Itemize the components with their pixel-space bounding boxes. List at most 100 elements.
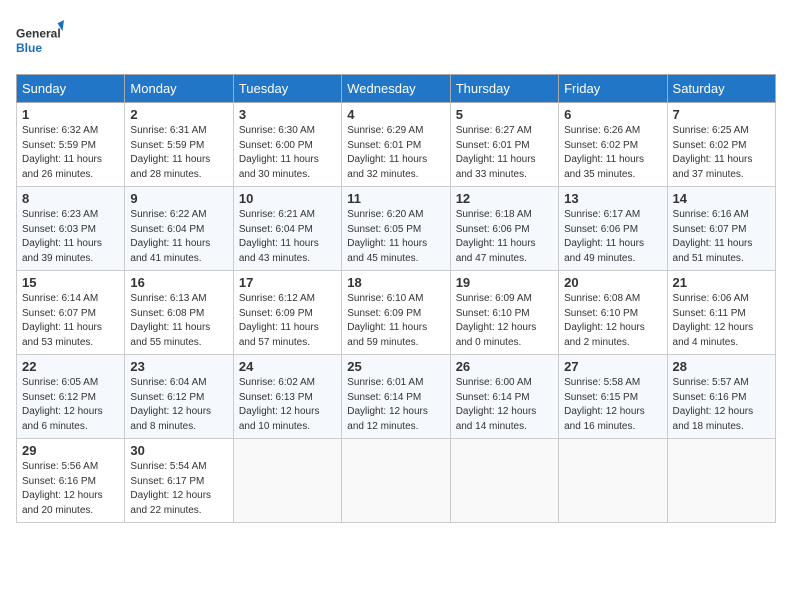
- day-number: 19: [456, 275, 553, 290]
- calendar-cell: 9 Sunrise: 6:22 AM Sunset: 6:04 PM Dayli…: [125, 187, 233, 271]
- day-number: 21: [673, 275, 770, 290]
- calendar-cell: 26 Sunrise: 6:00 AM Sunset: 6:14 PM Dayl…: [450, 355, 558, 439]
- day-info: Sunrise: 6:12 AM Sunset: 6:09 PM Dayligh…: [239, 292, 336, 350]
- calendar-cell: 8 Sunrise: 6:23 AM Sunset: 6:03 PM Dayli…: [17, 187, 125, 271]
- calendar-cell: 28 Sunrise: 5:57 AM Sunset: 6:16 PM Dayl…: [667, 355, 775, 439]
- calendar-cell: 4 Sunrise: 6:29 AM Sunset: 6:01 PM Dayli…: [342, 103, 450, 187]
- day-info: Sunrise: 6:06 AM Sunset: 6:11 PM Dayligh…: [673, 292, 770, 350]
- day-info: Sunrise: 6:09 AM Sunset: 6:10 PM Dayligh…: [456, 292, 553, 350]
- day-of-week-header: Friday: [559, 75, 667, 103]
- day-info: Sunrise: 6:29 AM Sunset: 6:01 PM Dayligh…: [347, 124, 444, 182]
- day-info: Sunrise: 5:54 AM Sunset: 6:17 PM Dayligh…: [130, 460, 227, 518]
- day-info: Sunrise: 6:02 AM Sunset: 6:13 PM Dayligh…: [239, 376, 336, 434]
- calendar-cell: 19 Sunrise: 6:09 AM Sunset: 6:10 PM Dayl…: [450, 271, 558, 355]
- svg-text:Blue: Blue: [16, 41, 42, 55]
- day-info: Sunrise: 6:22 AM Sunset: 6:04 PM Dayligh…: [130, 208, 227, 266]
- calendar-cell: 27 Sunrise: 5:58 AM Sunset: 6:15 PM Dayl…: [559, 355, 667, 439]
- calendar-cell: 1 Sunrise: 6:32 AM Sunset: 5:59 PM Dayli…: [17, 103, 125, 187]
- svg-text:General: General: [16, 27, 61, 41]
- day-of-week-header: Wednesday: [342, 75, 450, 103]
- calendar-cell: 18 Sunrise: 6:10 AM Sunset: 6:09 PM Dayl…: [342, 271, 450, 355]
- calendar-cell: 13 Sunrise: 6:17 AM Sunset: 6:06 PM Dayl…: [559, 187, 667, 271]
- day-number: 13: [564, 191, 661, 206]
- day-number: 15: [22, 275, 119, 290]
- calendar-cell: 3 Sunrise: 6:30 AM Sunset: 6:00 PM Dayli…: [233, 103, 341, 187]
- day-info: Sunrise: 6:05 AM Sunset: 6:12 PM Dayligh…: [22, 376, 119, 434]
- day-number: 26: [456, 359, 553, 374]
- day-of-week-header: Saturday: [667, 75, 775, 103]
- day-info: Sunrise: 5:56 AM Sunset: 6:16 PM Dayligh…: [22, 460, 119, 518]
- day-number: 6: [564, 107, 661, 122]
- day-number: 11: [347, 191, 444, 206]
- calendar-cell: 21 Sunrise: 6:06 AM Sunset: 6:11 PM Dayl…: [667, 271, 775, 355]
- day-number: 28: [673, 359, 770, 374]
- day-info: Sunrise: 6:20 AM Sunset: 6:05 PM Dayligh…: [347, 208, 444, 266]
- day-info: Sunrise: 6:01 AM Sunset: 6:14 PM Dayligh…: [347, 376, 444, 434]
- day-number: 30: [130, 443, 227, 458]
- day-info: Sunrise: 6:04 AM Sunset: 6:12 PM Dayligh…: [130, 376, 227, 434]
- day-of-week-header: Thursday: [450, 75, 558, 103]
- day-info: Sunrise: 5:58 AM Sunset: 6:15 PM Dayligh…: [564, 376, 661, 434]
- day-info: Sunrise: 6:14 AM Sunset: 6:07 PM Dayligh…: [22, 292, 119, 350]
- day-number: 23: [130, 359, 227, 374]
- day-of-week-header: Tuesday: [233, 75, 341, 103]
- day-info: Sunrise: 6:27 AM Sunset: 6:01 PM Dayligh…: [456, 124, 553, 182]
- day-of-week-header: Sunday: [17, 75, 125, 103]
- calendar-cell: 23 Sunrise: 6:04 AM Sunset: 6:12 PM Dayl…: [125, 355, 233, 439]
- day-number: 24: [239, 359, 336, 374]
- calendar-cell: 12 Sunrise: 6:18 AM Sunset: 6:06 PM Dayl…: [450, 187, 558, 271]
- day-number: 5: [456, 107, 553, 122]
- calendar-cell: 7 Sunrise: 6:25 AM Sunset: 6:02 PM Dayli…: [667, 103, 775, 187]
- day-number: 20: [564, 275, 661, 290]
- day-info: Sunrise: 6:00 AM Sunset: 6:14 PM Dayligh…: [456, 376, 553, 434]
- day-info: Sunrise: 6:32 AM Sunset: 5:59 PM Dayligh…: [22, 124, 119, 182]
- day-number: 14: [673, 191, 770, 206]
- day-number: 4: [347, 107, 444, 122]
- calendar-cell: 29 Sunrise: 5:56 AM Sunset: 6:16 PM Dayl…: [17, 439, 125, 523]
- day-number: 8: [22, 191, 119, 206]
- day-number: 9: [130, 191, 227, 206]
- logo: General Blue: [16, 16, 64, 64]
- calendar-cell: 16 Sunrise: 6:13 AM Sunset: 6:08 PM Dayl…: [125, 271, 233, 355]
- day-number: 25: [347, 359, 444, 374]
- calendar-cell: 30 Sunrise: 5:54 AM Sunset: 6:17 PM Dayl…: [125, 439, 233, 523]
- day-number: 2: [130, 107, 227, 122]
- calendar-cell: [342, 439, 450, 523]
- day-info: Sunrise: 6:25 AM Sunset: 6:02 PM Dayligh…: [673, 124, 770, 182]
- day-info: Sunrise: 6:18 AM Sunset: 6:06 PM Dayligh…: [456, 208, 553, 266]
- calendar-cell: 14 Sunrise: 6:16 AM Sunset: 6:07 PM Dayl…: [667, 187, 775, 271]
- day-info: Sunrise: 6:26 AM Sunset: 6:02 PM Dayligh…: [564, 124, 661, 182]
- calendar-cell: [667, 439, 775, 523]
- calendar-cell: [233, 439, 341, 523]
- day-info: Sunrise: 6:21 AM Sunset: 6:04 PM Dayligh…: [239, 208, 336, 266]
- calendar-cell: 11 Sunrise: 6:20 AM Sunset: 6:05 PM Dayl…: [342, 187, 450, 271]
- day-number: 7: [673, 107, 770, 122]
- day-info: Sunrise: 6:13 AM Sunset: 6:08 PM Dayligh…: [130, 292, 227, 350]
- page-header: General Blue: [16, 16, 776, 64]
- calendar-cell: 6 Sunrise: 6:26 AM Sunset: 6:02 PM Dayli…: [559, 103, 667, 187]
- day-info: Sunrise: 5:57 AM Sunset: 6:16 PM Dayligh…: [673, 376, 770, 434]
- calendar-cell: [450, 439, 558, 523]
- day-info: Sunrise: 6:30 AM Sunset: 6:00 PM Dayligh…: [239, 124, 336, 182]
- day-info: Sunrise: 6:17 AM Sunset: 6:06 PM Dayligh…: [564, 208, 661, 266]
- day-number: 29: [22, 443, 119, 458]
- logo-svg: General Blue: [16, 16, 64, 64]
- day-number: 12: [456, 191, 553, 206]
- calendar-cell: 15 Sunrise: 6:14 AM Sunset: 6:07 PM Dayl…: [17, 271, 125, 355]
- day-number: 3: [239, 107, 336, 122]
- day-info: Sunrise: 6:08 AM Sunset: 6:10 PM Dayligh…: [564, 292, 661, 350]
- day-number: 10: [239, 191, 336, 206]
- calendar-cell: 2 Sunrise: 6:31 AM Sunset: 5:59 PM Dayli…: [125, 103, 233, 187]
- day-number: 16: [130, 275, 227, 290]
- day-number: 27: [564, 359, 661, 374]
- calendar-cell: 20 Sunrise: 6:08 AM Sunset: 6:10 PM Dayl…: [559, 271, 667, 355]
- day-number: 18: [347, 275, 444, 290]
- day-of-week-header: Monday: [125, 75, 233, 103]
- calendar-cell: [559, 439, 667, 523]
- calendar-cell: 10 Sunrise: 6:21 AM Sunset: 6:04 PM Dayl…: [233, 187, 341, 271]
- day-number: 17: [239, 275, 336, 290]
- calendar-cell: 5 Sunrise: 6:27 AM Sunset: 6:01 PM Dayli…: [450, 103, 558, 187]
- day-number: 1: [22, 107, 119, 122]
- day-info: Sunrise: 6:31 AM Sunset: 5:59 PM Dayligh…: [130, 124, 227, 182]
- day-info: Sunrise: 6:10 AM Sunset: 6:09 PM Dayligh…: [347, 292, 444, 350]
